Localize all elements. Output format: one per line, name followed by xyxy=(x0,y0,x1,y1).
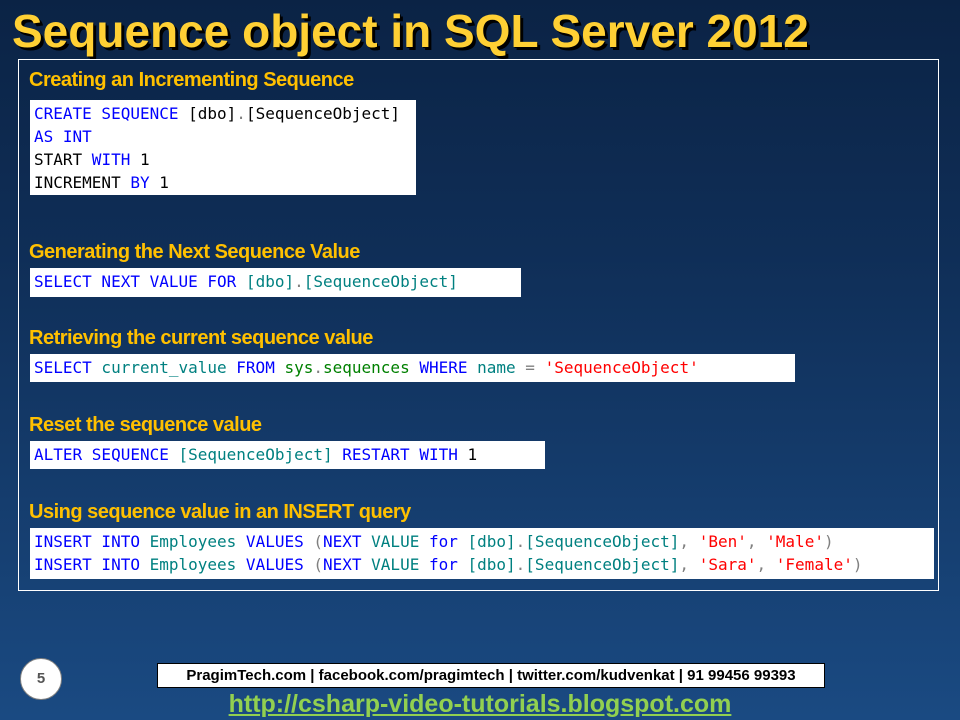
code-token: 'Sara' xyxy=(698,555,757,574)
code-token: . xyxy=(236,104,246,123)
code-token: Employees xyxy=(139,532,237,551)
code-token: = xyxy=(515,358,535,377)
code-token: INCREMENT xyxy=(34,173,121,192)
code-token: ( xyxy=(303,555,323,574)
code-token: . xyxy=(313,358,323,377)
section-heading-insert: Using sequence value in an INSERT query xyxy=(29,501,411,523)
code-token: VALUES xyxy=(236,532,304,551)
code-token: INSERT INTO xyxy=(34,532,140,551)
code-token: VALUES xyxy=(236,555,304,574)
code-token: SELECT NEXT VALUE FOR xyxy=(34,272,237,291)
code-token: START xyxy=(34,150,83,169)
code-token: name xyxy=(467,358,516,377)
code-token: [dbo] xyxy=(236,272,295,291)
code-token: WHERE xyxy=(409,358,468,377)
content-panel: Creating an Incrementing Sequence CREATE… xyxy=(18,59,939,591)
code-token: [dbo] xyxy=(178,104,237,123)
code-line: ALTER SEQUENCE [SequenceObject] RESTART … xyxy=(34,443,541,466)
blog-link[interactable]: http://csharp-video-tutorials.blogspot.c… xyxy=(200,689,760,719)
code-token: 1 xyxy=(130,150,150,169)
code-token: NEXT xyxy=(323,532,362,551)
code-line: CREATE SEQUENCE [dbo].[SequenceObject] xyxy=(34,102,412,125)
code-token: 'Male' xyxy=(766,532,824,551)
code-block-next-value: SELECT NEXT VALUE FOR [dbo].[SequenceObj… xyxy=(30,268,521,297)
code-token: , xyxy=(679,555,690,574)
code-line: INSERT INTO Employees VALUES (NEXT VALUE… xyxy=(34,553,930,576)
code-block-insert: INSERT INTO Employees VALUES (NEXT VALUE… xyxy=(30,528,934,579)
page-number-badge: 5 xyxy=(20,658,62,700)
code-token: ALTER SEQUENCE xyxy=(34,445,169,464)
code-line: START WITH 1 xyxy=(34,148,412,171)
section-heading-reset: Reset the sequence value xyxy=(29,414,262,436)
section-heading-current-value: Retrieving the current sequence value xyxy=(29,327,373,349)
code-token: RESTART WITH xyxy=(332,445,458,464)
code-token: , xyxy=(746,532,757,551)
code-token: current_value xyxy=(91,358,227,377)
code-token: [SequenceObject] xyxy=(303,272,458,291)
code-block-current-value: SELECT current_value FROM sys.sequences … xyxy=(30,354,795,382)
code-token: ) xyxy=(823,532,834,551)
footer-contacts: PragimTech.com | facebook.com/pragimtech… xyxy=(157,663,825,688)
code-token: for xyxy=(419,555,458,574)
code-token: 1 xyxy=(149,173,169,192)
code-token: SELECT xyxy=(34,358,92,377)
code-token: 'Ben' xyxy=(698,532,747,551)
code-line: SELECT current_value FROM sys.sequences … xyxy=(34,356,791,379)
code-token: NEXT xyxy=(323,555,362,574)
code-token: Employees xyxy=(139,555,237,574)
section-heading-create: Creating an Incrementing Sequence xyxy=(29,69,354,91)
code-token: 'Female' xyxy=(775,555,853,574)
code-token: [SequenceObject] xyxy=(525,555,680,574)
code-token: [dbo] xyxy=(457,555,516,574)
code-token: . xyxy=(294,272,304,291)
code-token: 'SequenceObject' xyxy=(544,358,699,377)
code-line: SELECT NEXT VALUE FOR [dbo].[SequenceObj… xyxy=(34,270,517,293)
code-token: , xyxy=(756,555,767,574)
code-token: for xyxy=(419,532,458,551)
code-token: [dbo] xyxy=(457,532,516,551)
code-token: ) xyxy=(852,555,863,574)
slide-title: Sequence object in SQL Server 2012 xyxy=(12,5,809,57)
code-token: , xyxy=(679,532,690,551)
code-token: WITH xyxy=(82,150,131,169)
code-token: [SequenceObject] xyxy=(168,445,333,464)
code-token: VALUE xyxy=(361,555,420,574)
code-token: CREATE SEQUENCE xyxy=(34,104,179,123)
code-token: . xyxy=(515,555,526,574)
code-line: INCREMENT BY 1 xyxy=(34,171,412,194)
code-block-reset: ALTER SEQUENCE [SequenceObject] RESTART … xyxy=(30,441,545,469)
code-token: FROM xyxy=(226,358,275,377)
code-token: [SequenceObject] xyxy=(525,532,680,551)
code-token: AS INT xyxy=(34,127,92,146)
code-token: VALUE xyxy=(361,532,420,551)
code-token: 1 xyxy=(457,445,478,464)
code-token: BY xyxy=(120,173,150,192)
code-token: . xyxy=(515,532,526,551)
code-token: sys xyxy=(274,358,314,377)
code-token: [SequenceObject] xyxy=(245,104,401,123)
code-token: ( xyxy=(303,532,323,551)
code-line: INSERT INTO Employees VALUES (NEXT VALUE… xyxy=(34,530,930,553)
code-token: INSERT INTO xyxy=(34,555,140,574)
code-token: sequences xyxy=(323,358,410,377)
section-heading-next-value: Generating the Next Sequence Value xyxy=(29,241,360,263)
code-line: AS INT xyxy=(34,125,412,148)
code-block-create: CREATE SEQUENCE [dbo].[SequenceObject] AS… xyxy=(30,100,416,195)
